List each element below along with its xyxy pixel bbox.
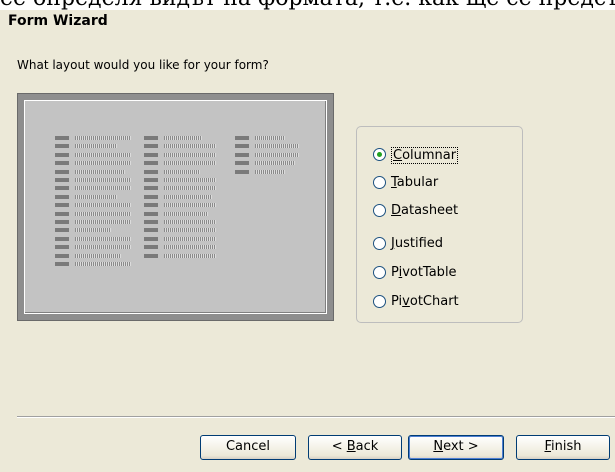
divider: [17, 416, 615, 418]
finish-button-label: Finish: [544, 439, 582, 454]
background-document-text: ее определя видът на формата, т.е. как щ…: [0, 0, 615, 10]
next-button[interactable]: Next >: [408, 435, 504, 460]
window-title: Form Wizard: [8, 13, 108, 29]
finish-button[interactable]: Finish: [516, 435, 610, 460]
radio-button-icon[interactable]: [373, 176, 386, 189]
radio-button-icon[interactable]: [373, 237, 386, 250]
radio-button-icon[interactable]: [373, 266, 386, 279]
layout-option-label: Justified: [391, 236, 444, 251]
layout-option-label: Tabular: [391, 175, 439, 190]
layout-preview: [24, 100, 327, 314]
layout-prompt: What layout would you like for your form…: [17, 58, 269, 72]
cancel-button-label: Cancel: [225, 439, 271, 454]
radio-button-icon[interactable]: [373, 295, 386, 308]
layout-option-label: PivotChart: [391, 294, 459, 309]
back-button[interactable]: < Back: [308, 435, 402, 460]
layout-preview-frame: [17, 93, 334, 321]
layout-option-label: PivotTable: [391, 265, 457, 280]
title-bar[interactable]: Form Wizard: [0, 10, 615, 34]
back-button-label: < Back: [331, 439, 379, 454]
form-wizard-dialog: Form Wizard What layout would you like f…: [0, 10, 615, 472]
radio-button-icon[interactable]: [373, 204, 386, 217]
background-text: ее определя видът на формата, т.е. как щ…: [0, 0, 615, 10]
radio-button-icon[interactable]: [373, 148, 386, 161]
radio-selected-dot: [377, 152, 382, 157]
layout-option-label: Columnar: [391, 147, 459, 164]
layout-option-label: Datasheet: [391, 203, 459, 218]
cancel-button[interactable]: Cancel: [200, 435, 296, 460]
layout-options-group: Columnar Tabular Datasheet Justified PivotTa…: [356, 126, 523, 323]
next-button-label: Next >: [433, 439, 479, 454]
